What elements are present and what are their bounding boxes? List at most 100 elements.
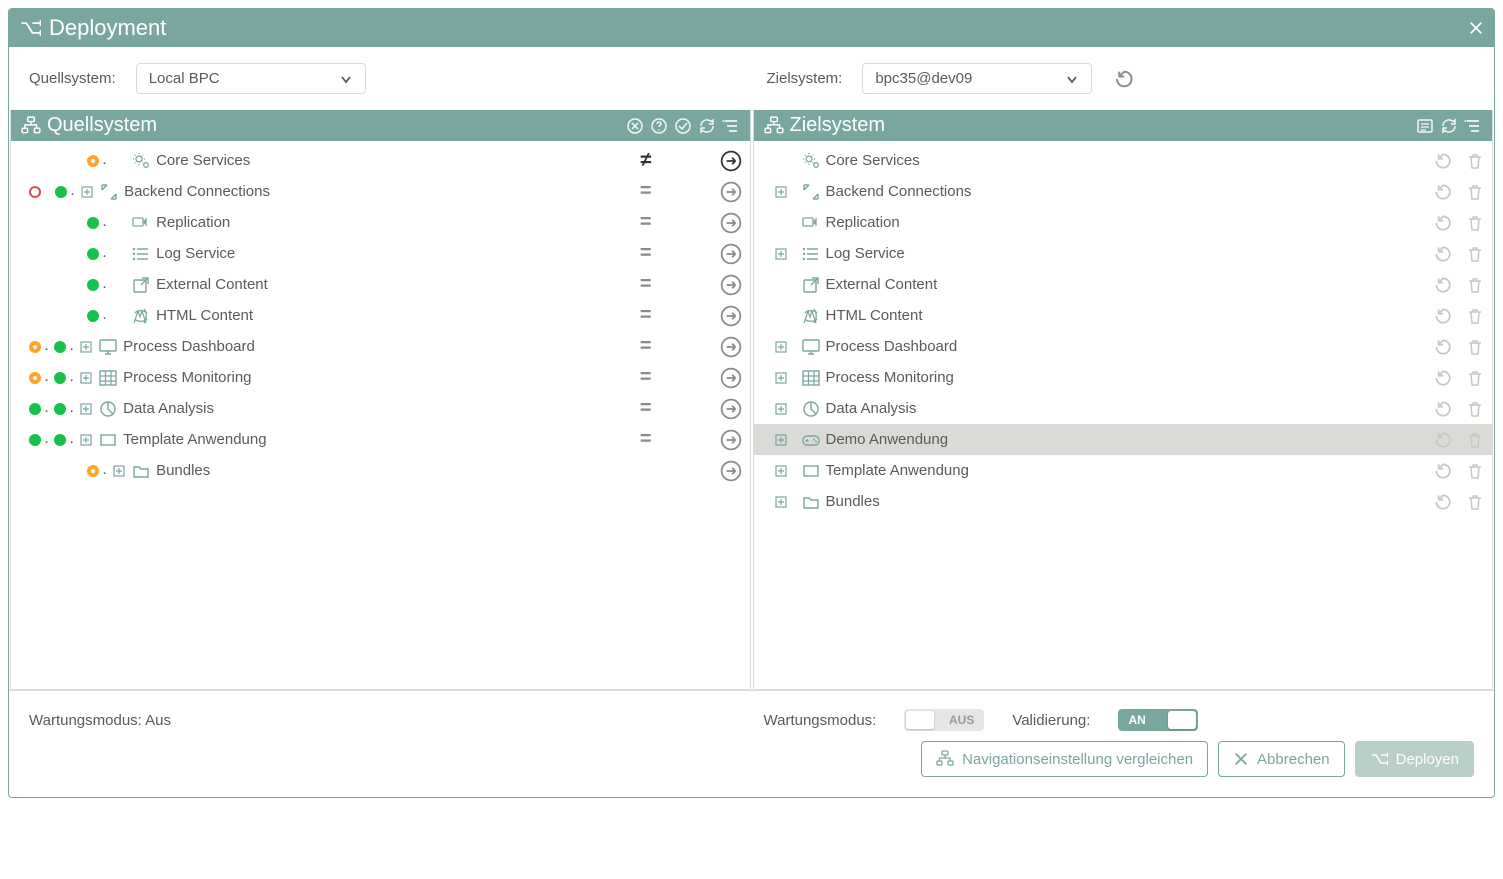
expand-icon[interactable]	[79, 402, 93, 416]
expand-arrows-icon	[802, 183, 820, 201]
target-system-select[interactable]: bpc35@dev09	[862, 63, 1092, 94]
refresh-icon[interactable]	[698, 117, 716, 135]
tree-row[interactable]: Bundles	[754, 486, 1493, 517]
help-icon[interactable]	[650, 117, 668, 135]
tree-row[interactable]: Replication	[754, 207, 1493, 238]
tree-row[interactable]: .Bundles	[11, 455, 750, 486]
tree-item-label: External Content	[156, 276, 634, 293]
reset-target-icon[interactable]	[1112, 68, 1134, 90]
expand-icon[interactable]	[79, 433, 93, 447]
tree-row[interactable]: Demo Anwendung	[754, 424, 1493, 455]
expand-icon[interactable]	[79, 340, 93, 354]
delete-icon[interactable]	[1466, 400, 1484, 418]
clear-icon[interactable]	[626, 117, 644, 135]
expand-icon[interactable]	[774, 185, 788, 199]
tree-row[interactable]: .Replication=	[11, 207, 750, 238]
revert-icon[interactable]	[1432, 461, 1452, 481]
tree-row[interactable]: .Log Service=	[11, 238, 750, 269]
expand-icon[interactable]	[774, 433, 788, 447]
maintenance-toggle[interactable]: AUS	[904, 709, 984, 731]
expand-icon[interactable]	[774, 402, 788, 416]
revert-icon[interactable]	[1432, 244, 1452, 264]
close-icon[interactable]	[1468, 20, 1484, 36]
expand-icon[interactable]	[79, 371, 93, 385]
tree-row[interactable]: Template Anwendung	[754, 455, 1493, 486]
expand-icon[interactable]	[774, 247, 788, 261]
delete-icon[interactable]	[1466, 462, 1484, 480]
tree-row[interactable]: ..Process Dashboard=	[11, 331, 750, 362]
collapse-icon[interactable]	[1464, 117, 1482, 135]
transfer-icon[interactable]	[720, 212, 742, 234]
source-maintenance-status: Wartungsmodus: Aus	[29, 712, 171, 729]
tree-row[interactable]: .HTML Content=	[11, 300, 750, 331]
validation-toggle[interactable]: AN	[1118, 709, 1198, 731]
transfer-icon[interactable]	[720, 181, 742, 203]
compare-nav-button[interactable]: Navigationseinstellung vergleichen	[921, 741, 1208, 777]
revert-icon[interactable]	[1432, 182, 1452, 202]
transfer-icon[interactable]	[720, 150, 742, 172]
delete-icon[interactable]	[1466, 214, 1484, 232]
delete-icon[interactable]	[1466, 431, 1484, 449]
tree-row[interactable]: Data Analysis	[754, 393, 1493, 424]
source-system-select[interactable]: Local BPC	[136, 63, 366, 94]
tree-row[interactable]: ..Data Analysis=	[11, 393, 750, 424]
transfer-icon[interactable]	[720, 429, 742, 451]
tree-item-label: Replication	[826, 214, 1427, 231]
revert-icon[interactable]	[1432, 368, 1452, 388]
delete-icon[interactable]	[1466, 276, 1484, 294]
expand-icon[interactable]	[774, 340, 788, 354]
transfer-icon[interactable]	[720, 460, 742, 482]
tree-item-label: Core Services	[826, 152, 1427, 169]
status-dot-red	[29, 186, 41, 198]
tree-row[interactable]: Process Dashboard	[754, 331, 1493, 362]
tree-row[interactable]: .External Content=	[11, 269, 750, 300]
html-icon	[802, 307, 820, 325]
collapse-icon[interactable]	[722, 117, 740, 135]
tree-row[interactable]: Core Services	[754, 145, 1493, 176]
transfer-icon[interactable]	[720, 243, 742, 265]
tree-row[interactable]: ..Process Monitoring=	[11, 362, 750, 393]
delete-icon[interactable]	[1466, 493, 1484, 511]
delete-icon[interactable]	[1466, 307, 1484, 325]
tree-row[interactable]: External Content	[754, 269, 1493, 300]
revert-icon[interactable]	[1432, 337, 1452, 357]
transfer-icon[interactable]	[720, 367, 742, 389]
revert-icon[interactable]	[1432, 275, 1452, 295]
expand-icon[interactable]	[80, 185, 94, 199]
details-icon[interactable]	[1416, 117, 1434, 135]
revert-icon[interactable]	[1432, 306, 1452, 326]
delete-icon[interactable]	[1466, 152, 1484, 170]
tree-row[interactable]: Backend Connections	[754, 176, 1493, 207]
transfer-icon[interactable]	[720, 398, 742, 420]
revert-icon[interactable]	[1432, 399, 1452, 419]
delete-icon[interactable]	[1466, 183, 1484, 201]
tree-row[interactable]: Process Monitoring	[754, 362, 1493, 393]
tree-row[interactable]: .Backend Connections=	[11, 176, 750, 207]
deploy-button[interactable]: Deployen	[1355, 741, 1474, 777]
transfer-icon[interactable]	[720, 274, 742, 296]
check-icon[interactable]	[674, 117, 692, 135]
equal-icon: =	[640, 366, 652, 389]
delete-icon[interactable]	[1466, 245, 1484, 263]
tree-row[interactable]: HTML Content	[754, 300, 1493, 331]
expand-icon[interactable]	[112, 464, 126, 478]
status-dot-green	[29, 403, 41, 415]
transfer-icon[interactable]	[720, 305, 742, 327]
cancel-button[interactable]: Abbrechen	[1218, 741, 1345, 777]
revert-icon[interactable]	[1432, 430, 1452, 450]
expand-icon[interactable]	[774, 464, 788, 478]
revert-icon[interactable]	[1432, 492, 1452, 512]
revert-icon[interactable]	[1432, 151, 1452, 171]
refresh-icon[interactable]	[1440, 117, 1458, 135]
expand-icon[interactable]	[774, 371, 788, 385]
delete-icon[interactable]	[1466, 369, 1484, 387]
transfer-icon[interactable]	[720, 336, 742, 358]
gears-icon	[132, 152, 150, 170]
tree-row[interactable]: .Core Services≠	[11, 145, 750, 176]
tree-row[interactable]: ..Template Anwendung=	[11, 424, 750, 455]
delete-icon[interactable]	[1466, 338, 1484, 356]
revert-icon[interactable]	[1432, 213, 1452, 233]
tree-icon	[21, 116, 41, 136]
expand-icon[interactable]	[774, 495, 788, 509]
tree-row[interactable]: Log Service	[754, 238, 1493, 269]
